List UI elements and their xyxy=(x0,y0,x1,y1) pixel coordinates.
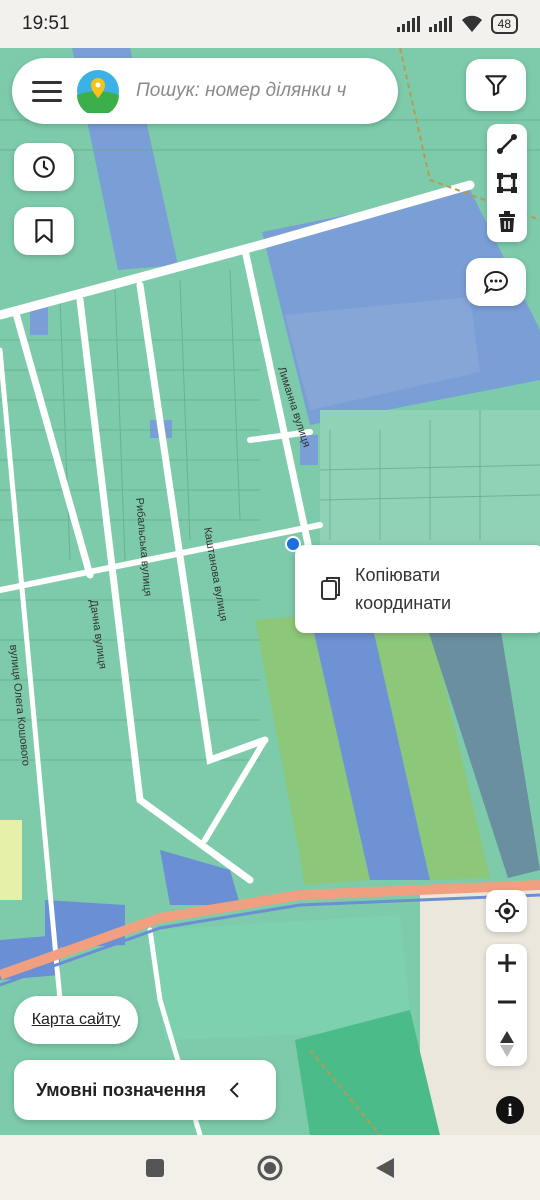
app-logo-icon xyxy=(77,70,119,113)
crosshair-icon xyxy=(494,899,519,923)
zoom-out-icon[interactable] xyxy=(497,992,517,1012)
zoom-controls xyxy=(486,944,527,1066)
home-icon[interactable] xyxy=(256,1154,284,1182)
signal-icon xyxy=(396,16,420,32)
signal-icon-2 xyxy=(428,16,452,32)
copy-coordinates-label: Копіювати координати xyxy=(355,565,452,613)
wifi-icon xyxy=(461,15,482,32)
copy-coordinates-menu[interactable]: Копіювати координати xyxy=(295,545,540,633)
chat-bubble-icon xyxy=(483,270,509,294)
site-map-button[interactable]: Карта сайту xyxy=(14,996,138,1044)
compass-icon[interactable] xyxy=(499,1030,515,1057)
status-time: 19:51 xyxy=(22,13,70,34)
bookmarks-button[interactable] xyxy=(14,207,74,255)
filter-icon xyxy=(485,75,507,96)
clipboard-icon xyxy=(321,577,340,600)
feedback-button[interactable] xyxy=(466,258,526,306)
clock-icon xyxy=(33,156,55,178)
legend-label: Умовні позначення xyxy=(36,1079,207,1100)
hamburger-menu-icon[interactable] xyxy=(32,80,62,102)
system-nav-bar xyxy=(0,1135,540,1200)
back-icon[interactable] xyxy=(374,1156,396,1180)
recent-apps-icon[interactable] xyxy=(144,1157,166,1179)
search-input[interactable] xyxy=(134,79,348,103)
trash-icon[interactable] xyxy=(497,211,517,233)
status-bar: 19:51 48 xyxy=(0,0,540,48)
search-bar xyxy=(12,58,398,124)
chevron-left-icon xyxy=(229,1082,239,1098)
status-icons: 48 xyxy=(396,14,518,34)
zoom-in-icon[interactable] xyxy=(497,953,517,973)
measure-area-icon[interactable] xyxy=(496,172,518,194)
measure-line-icon[interactable] xyxy=(496,133,518,155)
site-map-label: Карта сайту xyxy=(31,1011,121,1028)
filter-button[interactable] xyxy=(466,59,526,111)
bookmark-icon xyxy=(35,219,53,243)
my-location-button[interactable] xyxy=(486,890,527,932)
legend-button[interactable]: Умовні позначення xyxy=(14,1060,276,1120)
drawing-tools xyxy=(487,124,527,242)
battery-indicator: 48 xyxy=(490,14,518,34)
history-button[interactable] xyxy=(14,143,74,191)
info-icon[interactable]: i xyxy=(496,1096,524,1124)
